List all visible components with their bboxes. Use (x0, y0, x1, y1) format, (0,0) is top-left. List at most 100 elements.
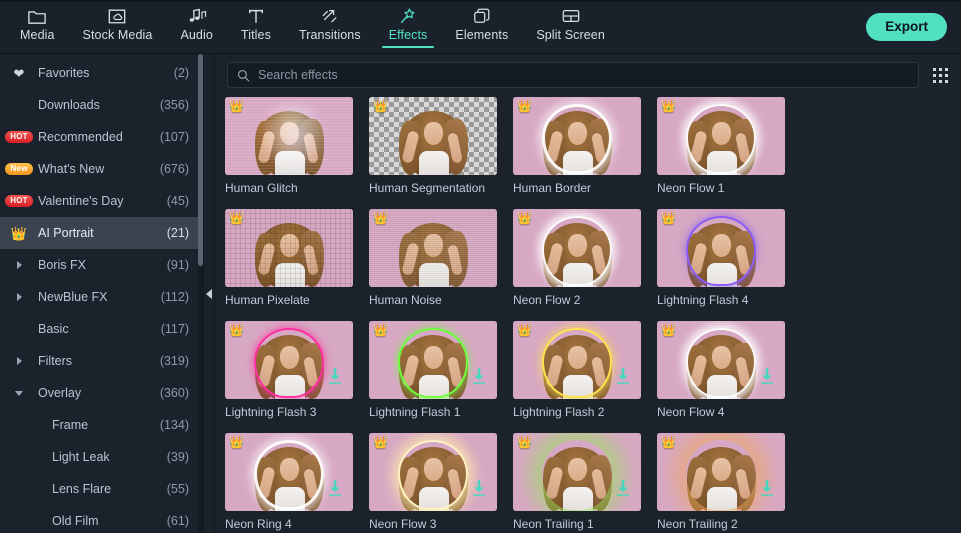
sidebar-item-old-film[interactable]: Old Film (61) (0, 505, 203, 533)
sidebar-item-label: Lens Flare (52, 482, 112, 496)
effect-card[interactable]: 👑 Human Glitch (225, 97, 369, 195)
effect-name: Human Border (513, 181, 592, 195)
effect-card[interactable]: 👑 Lightning Flash 1 (369, 321, 513, 419)
effect-card[interactable]: 👑 Neon Flow 1 (657, 97, 801, 195)
effect-card[interactable]: 👑 Human Noise (369, 209, 513, 307)
effect-card[interactable]: 👑 Neon Flow 2 (513, 209, 657, 307)
sidebar-item-label: Filters (38, 354, 73, 368)
sidebar-item-overlay[interactable]: Overlay (360) (0, 377, 203, 409)
effect-card[interactable]: 👑 Neon Ring 4 (225, 433, 369, 531)
sidebar-item-lens-flare[interactable]: Lens Flare (55) (0, 473, 203, 505)
crown-icon: 👑 (229, 323, 244, 337)
effect-preview-image (225, 97, 353, 175)
effect-card[interactable]: 👑 Neon Trailing 2 (657, 433, 801, 531)
effect-card[interactable]: 👑 Lightning Flash 4 (657, 209, 801, 307)
tab-label: Titles (240, 28, 271, 42)
effect-thumbnail[interactable]: 👑 (225, 433, 353, 511)
effect-name: Human Noise (369, 293, 442, 307)
sidebar-item-recommended[interactable]: HOT Recommended (107) (0, 121, 203, 153)
effect-thumbnail[interactable]: 👑 (369, 97, 497, 175)
download-arrow-icon[interactable] (471, 368, 487, 390)
effect-card[interactable]: 👑 Lightning Flash 2 (513, 321, 657, 419)
download-arrow-icon[interactable] (471, 480, 487, 502)
effect-name: Neon Trailing 2 (657, 517, 738, 531)
effect-thumbnail[interactable]: 👑 (225, 209, 353, 287)
search-input[interactable]: Search effects (227, 62, 919, 88)
tab-elements[interactable]: Elements (441, 0, 522, 54)
tab-split-screen[interactable]: Split Screen (522, 0, 619, 54)
sidebar-item-what-s-new[interactable]: New What's New (676) (0, 153, 203, 185)
sidebar-item-downloads[interactable]: Downloads (356) (0, 89, 203, 121)
effect-card[interactable]: 👑 Lightning Flash 3 (225, 321, 369, 419)
effect-thumbnail[interactable]: 👑 (513, 97, 641, 175)
tab-effects[interactable]: Effects (375, 0, 442, 54)
effect-thumbnail[interactable]: 👑 (513, 209, 641, 287)
effect-card[interactable]: 👑 Neon Flow 4 (657, 321, 801, 419)
tab-audio[interactable]: Audio (166, 0, 226, 54)
folder-icon (27, 5, 47, 27)
tab-stock-media[interactable]: Stock Media (69, 0, 167, 54)
tab-titles[interactable]: Titles (227, 0, 285, 54)
effect-thumbnail[interactable]: 👑 (225, 97, 353, 175)
download-arrow-icon[interactable] (327, 368, 343, 390)
effect-thumbnail[interactable]: 👑 (369, 209, 497, 287)
sidebar-item-ai-portrait[interactable]: 👑 AI Portrait (21) (0, 217, 203, 249)
tab-transitions[interactable]: Transitions (285, 0, 375, 54)
sidebar-item-basic[interactable]: Basic (117) (0, 313, 203, 345)
effect-preview-image (513, 209, 641, 287)
tab-label: Effects (388, 28, 428, 42)
sidebar-collapse-handle[interactable] (203, 54, 215, 533)
sidebar-item-favorites[interactable]: ❤ Favorites (2) (0, 57, 203, 89)
effect-name: Neon Flow 4 (657, 405, 725, 419)
effect-thumbnail[interactable]: 👑 (369, 321, 497, 399)
download-arrow-icon[interactable] (759, 480, 775, 502)
sidebar-item-boris-fx[interactable]: Boris FX (91) (0, 249, 203, 281)
download-arrow-icon[interactable] (327, 480, 343, 502)
sidebar-scrollbar[interactable] (198, 54, 203, 533)
sidebar-item-count: (112) (160, 290, 189, 304)
effect-thumbnail[interactable]: 👑 (657, 209, 785, 287)
effect-card[interactable]: 👑 Human Pixelate (225, 209, 369, 307)
effect-thumbnail[interactable]: 👑 (513, 321, 641, 399)
sidebar-item-count: (319) (159, 354, 189, 368)
sidebar-item-valentine-s-day[interactable]: HOT Valentine's Day (45) (0, 185, 203, 217)
chevron-right-icon[interactable] (0, 293, 38, 301)
effect-card[interactable]: 👑 Neon Trailing 1 (513, 433, 657, 531)
tab-media[interactable]: Media (6, 0, 69, 54)
sidebar-item-label: Recommended (38, 130, 123, 144)
effect-thumbnail[interactable]: 👑 (657, 97, 785, 175)
effect-thumbnail[interactable]: 👑 (657, 433, 785, 511)
effect-thumbnail[interactable]: 👑 (513, 433, 641, 511)
chevron-right-icon[interactable] (0, 357, 38, 365)
sidebar-item-frame[interactable]: Frame (134) (0, 409, 203, 441)
sidebar-item-label: Frame (52, 418, 89, 432)
download-arrow-icon[interactable] (615, 368, 631, 390)
sidebar-item-light-leak[interactable]: Light Leak (39) (0, 441, 203, 473)
chevron-left-icon (206, 288, 212, 299)
effect-thumbnail[interactable]: 👑 (225, 321, 353, 399)
crown-icon: 👑 (517, 435, 532, 449)
download-arrow-icon[interactable] (759, 368, 775, 390)
layers-icon (472, 5, 492, 27)
chevron-right-icon[interactable] (0, 261, 38, 269)
crown-icon: 👑 (517, 211, 532, 225)
search-row: Search effects (215, 54, 961, 95)
export-button[interactable]: Export (866, 13, 947, 41)
figure (253, 105, 325, 175)
tab-label: Transitions (298, 28, 361, 42)
crown-icon: 👑 (517, 323, 532, 337)
crown-icon: 👑 (661, 435, 676, 449)
effect-card[interactable]: 👑 Human Border (513, 97, 657, 195)
effect-thumbnail[interactable]: 👑 (657, 321, 785, 399)
effect-thumbnail[interactable]: 👑 (369, 433, 497, 511)
sidebar-scrollbar-thumb[interactable] (198, 54, 203, 266)
sidebar-item-count: (91) (166, 258, 189, 272)
effect-card[interactable]: 👑 Neon Flow 3 (369, 433, 513, 531)
chevron-down-icon[interactable] (0, 390, 38, 396)
effect-card[interactable]: 👑 Human Segmentation (369, 97, 513, 195)
grid-view-icon[interactable] (929, 64, 951, 86)
sidebar-item-filters[interactable]: Filters (319) (0, 345, 203, 377)
sidebar-item-label: Basic (38, 322, 69, 336)
download-arrow-icon[interactable] (615, 480, 631, 502)
sidebar-item-newblue-fx[interactable]: NewBlue FX (112) (0, 281, 203, 313)
